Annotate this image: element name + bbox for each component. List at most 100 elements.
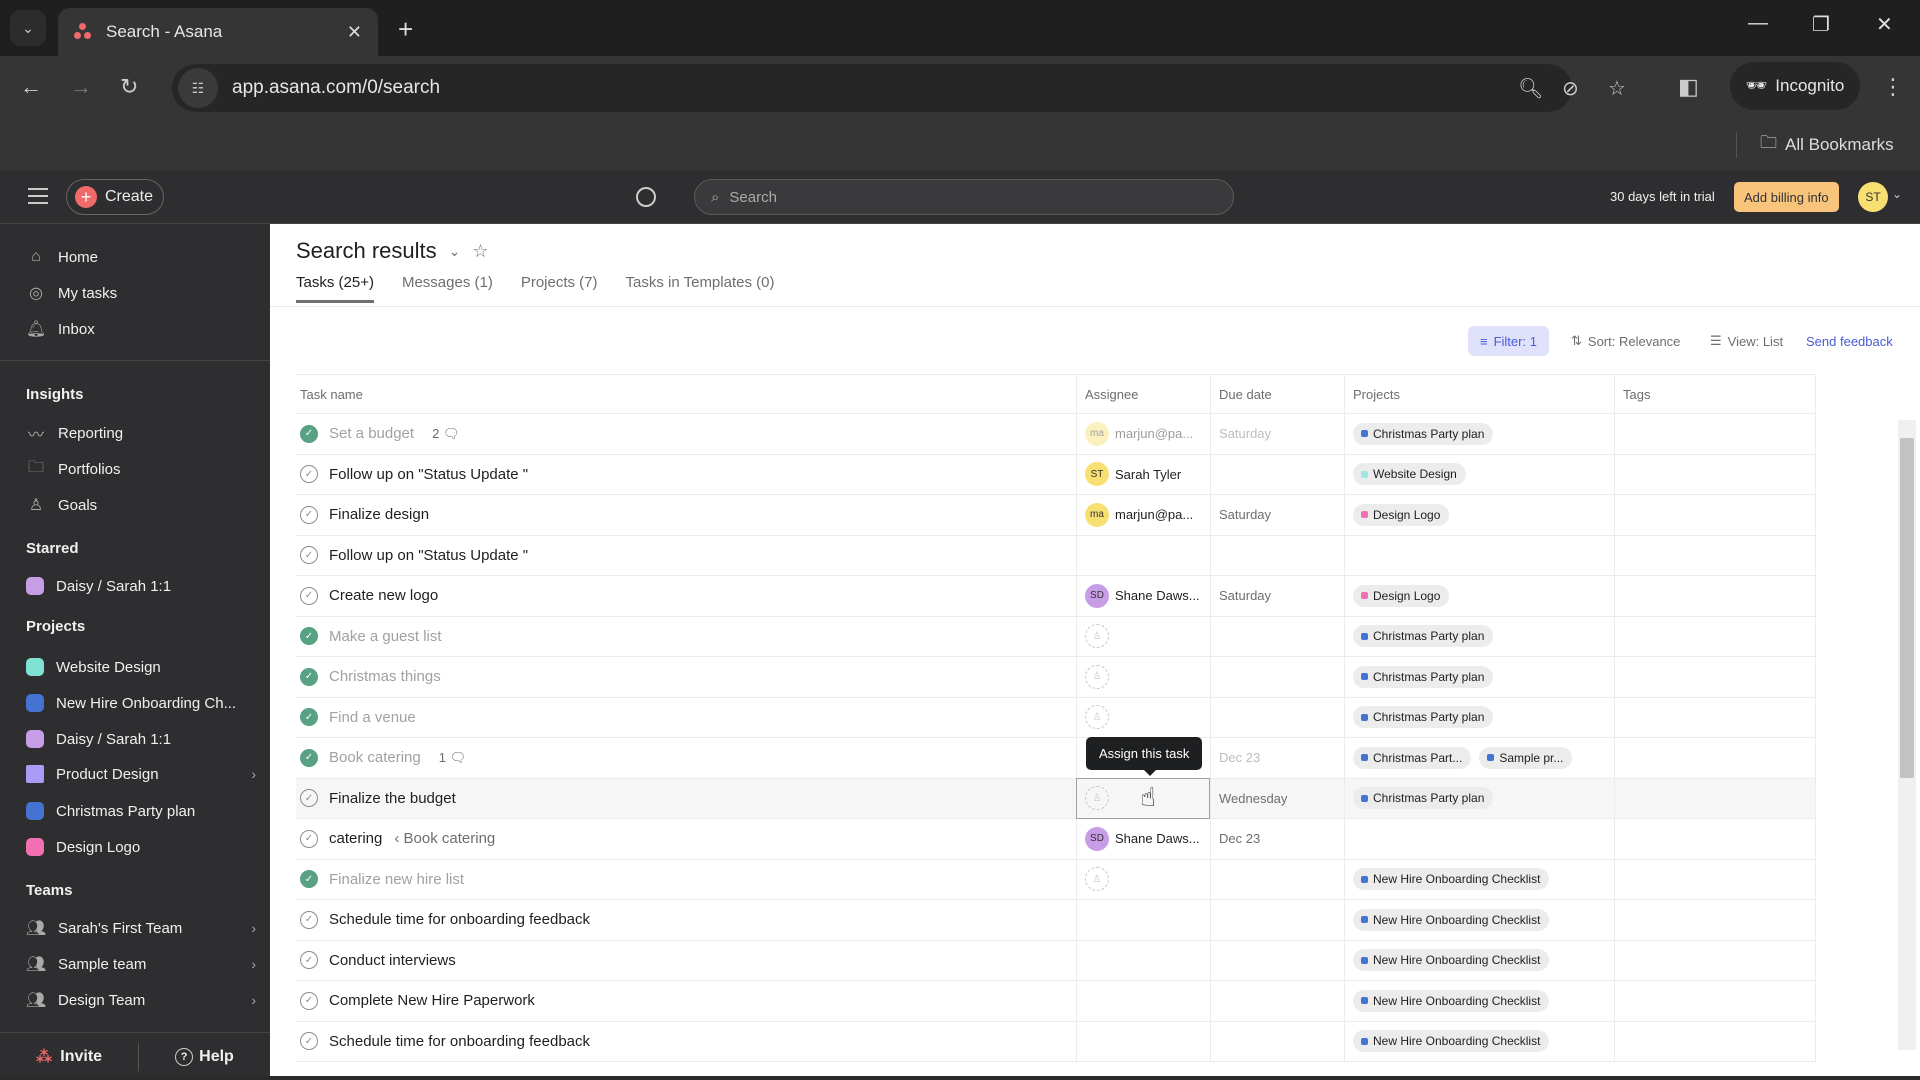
sidebar-item-inbox[interactable]: 🔔︎ Inbox bbox=[26, 314, 256, 344]
due-date-cell[interactable] bbox=[1211, 454, 1345, 494]
unassigned-avatar-icon[interactable]: ♙ bbox=[1085, 624, 1109, 649]
tags-cell[interactable] bbox=[1615, 535, 1816, 575]
minimize-button[interactable]: — bbox=[1748, 12, 1768, 35]
task-name[interactable]: Complete New Hire Paperwork bbox=[329, 992, 535, 1009]
due-date-cell[interactable] bbox=[1211, 616, 1345, 656]
due-date-cell[interactable]: Saturday bbox=[1211, 414, 1345, 454]
sidebar-item-my-tasks[interactable]: ◎ My tasks bbox=[26, 278, 256, 308]
task-name-cell[interactable]: ✓ Create new logo bbox=[296, 576, 1077, 616]
assignee-cell[interactable]: ma marjun@pa... bbox=[1077, 414, 1211, 454]
sidebar-team-item[interactable]: 👥︎ Sarah's First Team › bbox=[26, 913, 256, 943]
due-date-cell[interactable] bbox=[1211, 1021, 1345, 1061]
projects-cell[interactable]: Christmas Party plan bbox=[1345, 778, 1615, 818]
bookmark-star-icon[interactable]: ☆ bbox=[1608, 76, 1626, 101]
tab-projects[interactable]: Projects (7) bbox=[521, 274, 598, 303]
task-name[interactable]: Christmas things bbox=[329, 668, 441, 685]
tags-cell[interactable] bbox=[1615, 778, 1816, 818]
table-row[interactable]: ✓ Finalize new hire list ♙ New Hire Onboar… bbox=[296, 859, 1816, 900]
task-name-cell[interactable]: ✓ Book catering 1 🗨︎ bbox=[296, 738, 1077, 778]
tags-cell[interactable] bbox=[1615, 657, 1816, 697]
column-header-assignee[interactable]: Assignee bbox=[1077, 375, 1211, 413]
task-name[interactable]: catering bbox=[329, 830, 382, 847]
due-date-cell[interactable] bbox=[1211, 657, 1345, 697]
project-pill[interactable]: Christmas Party plan bbox=[1353, 625, 1494, 648]
chevron-down-icon[interactable]: ⌄ bbox=[449, 243, 461, 260]
teams-heading[interactable]: Teams bbox=[26, 882, 72, 899]
task-name[interactable]: Conduct interviews bbox=[329, 952, 456, 969]
due-date-cell[interactable]: Dec 23 bbox=[1211, 738, 1345, 778]
tags-cell[interactable] bbox=[1615, 859, 1816, 899]
task-name[interactable]: Finalize design bbox=[329, 506, 429, 523]
invite-button[interactable]: ⁂ Invite bbox=[0, 1047, 138, 1067]
history-clock-icon[interactable] bbox=[636, 187, 656, 207]
due-date-cell[interactable] bbox=[1211, 859, 1345, 899]
assignee-cell[interactable] bbox=[1077, 900, 1211, 940]
projects-cell[interactable]: Website Design bbox=[1345, 454, 1615, 494]
complete-task-checkbox[interactable]: ✓ bbox=[300, 1032, 318, 1051]
scrollbar[interactable] bbox=[1898, 420, 1916, 1050]
table-row[interactable]: ✓ Complete New Hire Paperwork New Hire On… bbox=[296, 981, 1816, 1022]
task-name-cell[interactable]: ✓ Finalize new hire list bbox=[296, 859, 1077, 899]
table-row[interactable]: ✓ Follow up on "Status Update " ST Sarah … bbox=[296, 454, 1816, 495]
chevron-right-icon[interactable]: › bbox=[251, 956, 256, 972]
unassigned-avatar-icon[interactable]: ♙ bbox=[1085, 664, 1109, 689]
assignee-cell[interactable] bbox=[1077, 940, 1211, 980]
projects-cell[interactable]: New Hire Onboarding Checklist bbox=[1345, 981, 1615, 1021]
project-pill[interactable]: New Hire Onboarding Checklist bbox=[1353, 868, 1550, 891]
due-date-cell[interactable] bbox=[1211, 697, 1345, 737]
table-row[interactable]: ✓ Schedule time for onboarding feedback N… bbox=[296, 900, 1816, 941]
table-row[interactable]: ✓ Create new logo SD Shane Daws... Saturda… bbox=[296, 576, 1816, 617]
close-tab-icon[interactable]: ✕ bbox=[347, 22, 362, 43]
forward-button[interactable]: → bbox=[70, 74, 92, 100]
all-bookmarks-button[interactable]: 🗀 All Bookmarks bbox=[1760, 130, 1894, 159]
parent-task-link[interactable]: ‹ Book catering bbox=[394, 830, 495, 847]
projects-cell[interactable]: Christmas Party plan bbox=[1345, 697, 1615, 737]
filter-button[interactable]: ≡ Filter: 1 bbox=[1468, 326, 1549, 356]
chevron-down-icon[interactable]: ⌄ bbox=[1892, 187, 1902, 201]
tags-cell[interactable] bbox=[1615, 495, 1816, 535]
assignee-cell[interactable]: SD Shane Daws... bbox=[1077, 576, 1211, 616]
incognito-badge[interactable]: 🕶︎ Incognito bbox=[1730, 62, 1860, 110]
complete-task-checkbox[interactable]: ✓ bbox=[300, 505, 318, 524]
task-name-cell[interactable]: ✓ Schedule time for onboarding feedback bbox=[296, 900, 1077, 940]
sidebar-project-item[interactable]: Website Design bbox=[26, 652, 256, 682]
tab-search-dropdown[interactable]: ⌄ bbox=[10, 10, 46, 46]
task-name[interactable]: Create new logo bbox=[329, 587, 438, 604]
complete-task-checkbox[interactable]: ✓ bbox=[300, 991, 318, 1010]
completed-check-icon[interactable]: ✓ bbox=[300, 870, 318, 889]
projects-cell[interactable]: Design Logo bbox=[1345, 495, 1615, 535]
project-pill[interactable]: Christmas Part... bbox=[1353, 746, 1472, 769]
tab-messages[interactable]: Messages (1) bbox=[402, 274, 493, 303]
table-row[interactable]: ✓ Finalize the budget ♙ Wednesday Christmas… bbox=[296, 778, 1816, 819]
sidebar-team-item[interactable]: 👥︎ Design Team › bbox=[26, 985, 256, 1015]
task-name[interactable]: Make a guest list bbox=[329, 628, 442, 645]
projects-cell[interactable]: Christmas Party plan bbox=[1345, 616, 1615, 656]
due-date-cell[interactable]: Saturday bbox=[1211, 495, 1345, 535]
project-pill[interactable]: Design Logo bbox=[1353, 584, 1450, 607]
site-settings-icon[interactable]: ☷ bbox=[178, 68, 218, 108]
project-pill[interactable]: Christmas Party plan bbox=[1353, 706, 1494, 729]
complete-task-checkbox[interactable]: ✓ bbox=[300, 546, 318, 565]
tags-cell[interactable] bbox=[1615, 900, 1816, 940]
project-pill[interactable]: Christmas Party plan bbox=[1353, 787, 1494, 810]
chevron-right-icon[interactable]: › bbox=[251, 992, 256, 1008]
project-pill[interactable]: Christmas Party plan bbox=[1353, 665, 1494, 688]
projects-cell[interactable] bbox=[1345, 535, 1615, 575]
completed-check-icon[interactable]: ✓ bbox=[300, 627, 318, 646]
create-button[interactable]: + Create bbox=[66, 179, 164, 215]
url-text[interactable]: app.asana.com/0/search bbox=[232, 77, 440, 99]
due-date-cell[interactable]: Dec 23 bbox=[1211, 819, 1345, 859]
complete-task-checkbox[interactable]: ✓ bbox=[300, 829, 318, 848]
zoom-icon[interactable]: 🔍︎ bbox=[1518, 76, 1543, 101]
table-row[interactable]: ✓ Finalize design ma marjun@pa... Saturday… bbox=[296, 495, 1816, 536]
due-date-cell[interactable] bbox=[1211, 900, 1345, 940]
close-window-button[interactable]: ✕ bbox=[1876, 12, 1893, 37]
assignee-cell[interactable]: ♙ bbox=[1077, 859, 1211, 899]
unassigned-avatar-icon[interactable]: ♙ bbox=[1085, 705, 1109, 730]
due-date-cell[interactable]: Wednesday bbox=[1211, 778, 1345, 818]
scrollbar-thumb[interactable] bbox=[1900, 438, 1914, 778]
assignee-cell[interactable] bbox=[1077, 981, 1211, 1021]
project-pill[interactable]: New Hire Onboarding Checklist bbox=[1353, 989, 1550, 1012]
address-bar[interactable]: ☷ app.asana.com/0/search 🔍︎ ⊘ ☆ bbox=[172, 64, 1626, 112]
task-name-cell[interactable]: ✓ Complete New Hire Paperwork bbox=[296, 981, 1077, 1021]
